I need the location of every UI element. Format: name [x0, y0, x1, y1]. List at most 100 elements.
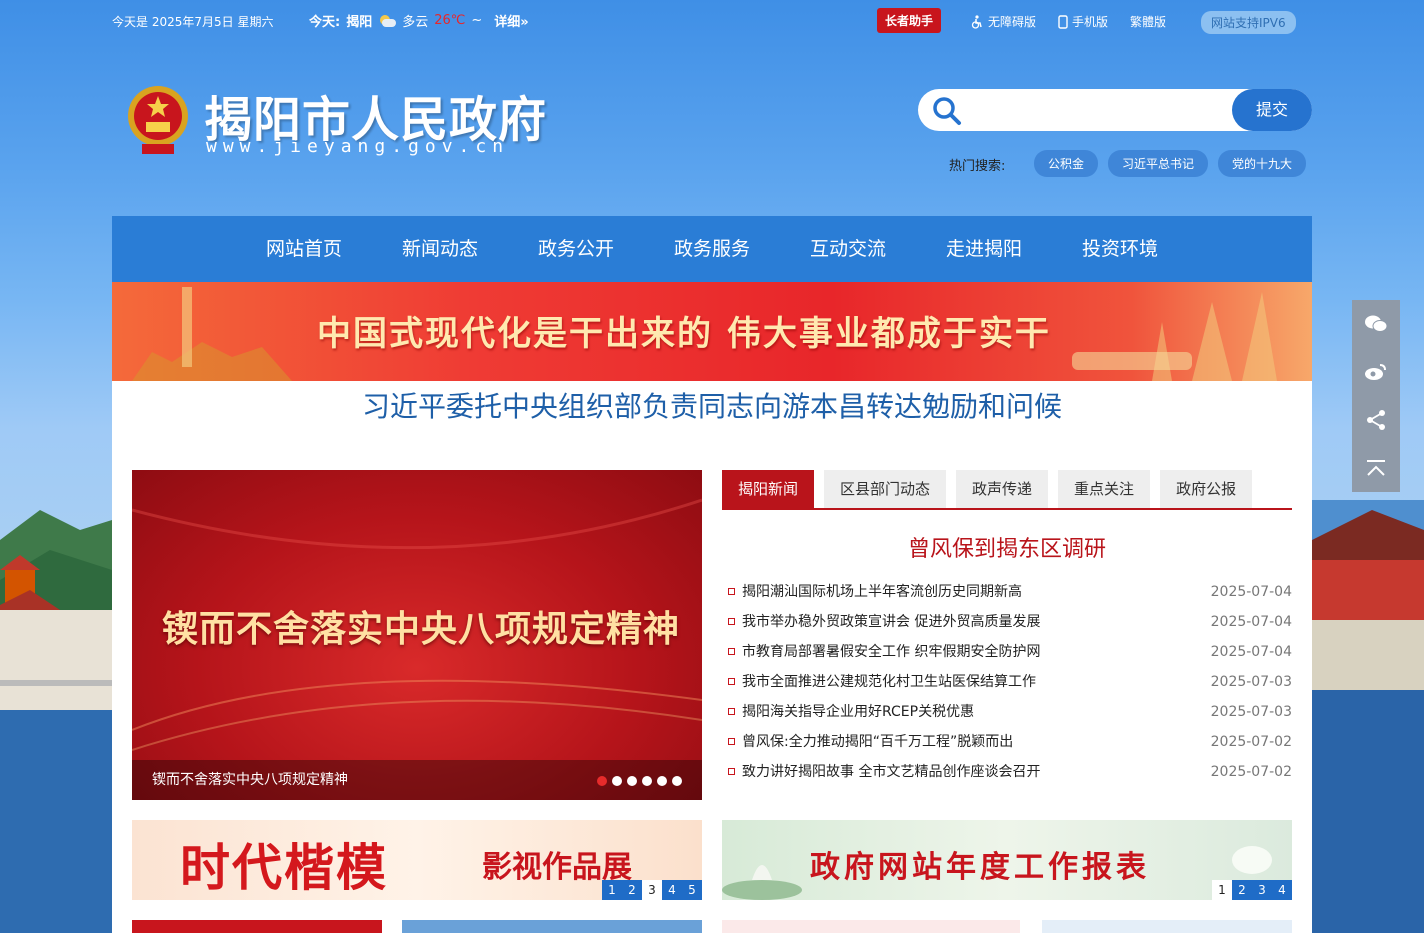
nav-item-news[interactable]: 新闻动态 — [372, 216, 508, 282]
search-box: 提交 — [918, 89, 1312, 131]
news-list: 揭阳潮汕国际机场上半年客流创历史同期新高 2025-07-04 我市举办稳外贸政策… — [726, 581, 1292, 791]
news-item-date: 2025-07-04 — [1210, 614, 1292, 630]
tab-county-news[interactable]: 区县部门动态 — [824, 470, 947, 508]
pager-item[interactable]: 5 — [682, 880, 702, 900]
mobile-phone-icon — [1058, 14, 1068, 29]
news-item-date: 2025-07-02 — [1210, 764, 1292, 780]
list-item[interactable]: 曾风保:全力推动揭阳“百千万工程”脱颖而出 2025-07-02 — [726, 731, 1292, 761]
search-input[interactable] — [970, 97, 1220, 123]
left-scenery-decoration — [0, 510, 112, 933]
list-item[interactable]: 揭阳潮汕国际机场上半年客流创历史同期新高 2025-07-04 — [726, 581, 1292, 611]
hot-tag[interactable]: 习近平总书记 — [1108, 150, 1209, 177]
nav-item-investment[interactable]: 投资环境 — [1052, 216, 1188, 282]
wechat-icon[interactable] — [1352, 300, 1400, 348]
hot-tag[interactable]: 公积金 — [1034, 150, 1099, 177]
slogan-banner[interactable]: 中国式现代化是干出来的 伟大事业都成于实干 — [112, 282, 1312, 381]
pager-item[interactable]: 1 — [1212, 880, 1232, 900]
news-item-title: 市教育局部署暑假安全工作 织牢假期安全防护网 — [742, 644, 1041, 660]
nav-item-services[interactable]: 政务服务 — [644, 216, 780, 282]
side-share-bar — [1352, 300, 1400, 492]
news-item-title: 揭阳海关指导企业用好RCEP关税优惠 — [742, 704, 975, 720]
accessibility-link[interactable]: 无障碍版 — [970, 13, 1036, 30]
weibo-icon[interactable] — [1352, 348, 1400, 396]
cloudy-icon — [378, 14, 397, 27]
national-emblem-logo — [128, 86, 188, 154]
promo-pager: 1 2 3 4 — [1212, 880, 1292, 900]
headline-link[interactable]: 习近平委托中央组织部负责同志向游本昌转达勉励和问候 — [112, 385, 1312, 425]
promo-big-text: 时代楷模 — [180, 838, 388, 897]
mobile-label: 手机版 — [1072, 15, 1109, 29]
promo-banner-annual-report[interactable]: 政府网站年度工作报表 1 2 3 4 — [722, 820, 1292, 900]
temp-separator: ~ — [471, 13, 483, 28]
top-bar: 今天是 2025年7月5日 星期六 今天: 揭阳 多云 26℃ ~ 详细» 长者… — [112, 0, 1312, 44]
slider-dot[interactable] — [627, 776, 637, 786]
news-item-title: 致力讲好揭阳故事 全市文艺精品创作座谈会召开 — [742, 764, 1041, 780]
news-item-title: 揭阳潮汕国际机场上半年客流创历史同期新高 — [742, 584, 1022, 600]
news-item-title: 我市举办稳外贸政策宣讲会 促进外贸高质量发展 — [742, 614, 1041, 630]
mobile-link[interactable]: 手机版 — [1058, 13, 1108, 30]
list-item[interactable]: 市教育局部署暑假安全工作 织牢假期安全防护网 2025-07-04 — [726, 641, 1292, 671]
pager-item[interactable]: 4 — [662, 880, 682, 900]
pager-item[interactable]: 2 — [622, 880, 642, 900]
news-item-title: 曾风保:全力推动揭阳“百千万工程”脱颖而出 — [742, 734, 1014, 750]
tab-gov-gazette[interactable]: 政府公报 — [1160, 470, 1253, 508]
nav-item-home[interactable]: 网站首页 — [236, 216, 372, 282]
news-item-date: 2025-07-03 — [1210, 674, 1292, 690]
news-item-date: 2025-07-04 — [1210, 584, 1292, 600]
promo-big-text: 政府网站年度工作报表 — [810, 850, 1150, 885]
weather-detail-link[interactable]: 详细» — [494, 11, 528, 30]
news-tabs: 揭阳新闻 区县部门动态 政声传递 重点关注 政府公报 — [722, 470, 1292, 510]
nav-item-interaction[interactable]: 互动交流 — [780, 216, 916, 282]
hot-search-tags: 公积金 习近平总书记 党的十九大 — [1034, 150, 1307, 177]
pager-item[interactable]: 4 — [1272, 880, 1292, 900]
slider-dot[interactable] — [597, 776, 607, 786]
nav-item-gov-affairs[interactable]: 政务公开 — [508, 216, 644, 282]
pager-item[interactable]: 2 — [1232, 880, 1252, 900]
search-icon — [933, 97, 961, 125]
accessibility-label: 无障碍版 — [988, 15, 1037, 29]
hot-tag[interactable]: 党的十九大 — [1218, 150, 1307, 177]
weather-label: 今天: — [309, 15, 341, 30]
share-icon[interactable] — [1352, 396, 1400, 444]
news-item-date: 2025-07-02 — [1210, 734, 1292, 750]
back-to-top-icon[interactable] — [1352, 444, 1400, 492]
bottom-strip-3 — [722, 920, 1020, 933]
list-item[interactable]: 致力讲好揭阳故事 全市文艺精品创作座谈会召开 2025-07-02 — [726, 761, 1292, 791]
news-slider[interactable]: 锲而不舍落实中央八项规定精神 锲而不舍落实中央八项规定精神 — [132, 470, 702, 800]
ipv6-badge: 网站支持IPV6 — [1201, 11, 1296, 34]
pager-item[interactable]: 3 — [1252, 880, 1272, 900]
list-item[interactable]: 我市全面推进公建规范化村卫生站医保结算工作 2025-07-03 — [726, 671, 1292, 701]
bottom-strip-2 — [402, 920, 702, 933]
pager-item[interactable]: 1 — [602, 880, 622, 900]
wheelchair-icon — [971, 14, 982, 29]
slider-dot[interactable] — [657, 776, 667, 786]
weather-widget: 今天: 揭阳 多云 26℃ ~ 详细» — [309, 11, 529, 30]
weather-city: 揭阳 — [346, 15, 373, 30]
tab-key-focus[interactable]: 重点关注 — [1058, 470, 1151, 508]
search-submit-button[interactable]: 提交 — [1232, 89, 1312, 131]
top-links: 无障碍版 手机版 繁體版 — [970, 13, 1166, 30]
promo-pager: 1 2 3 4 5 — [602, 880, 702, 900]
promo-banner-role-models[interactable]: 时代楷模 影视作品展 1 2 3 4 5 — [132, 820, 702, 900]
slider-dot[interactable] — [612, 776, 622, 786]
hot-search-label: 热门搜索: — [949, 159, 1006, 174]
main-content: 习近平委托中央组织部负责同志向游本昌转达勉励和问候 锲而不舍落实中央八项规定精神… — [112, 381, 1312, 933]
bottom-strip-1 — [132, 920, 382, 933]
top-news-title[interactable]: 曾风保到揭东区调研 — [722, 531, 1292, 563]
elder-assistant-button[interactable]: 长者助手 — [877, 8, 942, 33]
tab-jieyang-news[interactable]: 揭阳新闻 — [722, 470, 815, 508]
banner-slogan: 中国式现代化是干出来的 伟大事业都成于实干 — [317, 314, 1051, 354]
traditional-chinese-link[interactable]: 繁體版 — [1130, 13, 1166, 30]
nav-item-about[interactable]: 走进揭阳 — [916, 216, 1052, 282]
pager-item[interactable]: 3 — [642, 880, 662, 900]
weather-condition: 多云 — [402, 15, 429, 30]
list-item[interactable]: 我市举办稳外贸政策宣讲会 促进外贸高质量发展 2025-07-04 — [726, 611, 1292, 641]
list-item[interactable]: 揭阳海关指导企业用好RCEP关税优惠 2025-07-03 — [726, 701, 1292, 731]
news-item-date: 2025-07-04 — [1210, 644, 1292, 660]
slider-dots — [597, 776, 682, 786]
slider-dot[interactable] — [672, 776, 682, 786]
slider-dot[interactable] — [642, 776, 652, 786]
temp-high: 26℃ — [434, 13, 466, 28]
news-item-title: 我市全面推进公建规范化村卫生站医保结算工作 — [742, 674, 1036, 690]
tab-gov-voice[interactable]: 政声传递 — [956, 470, 1049, 508]
